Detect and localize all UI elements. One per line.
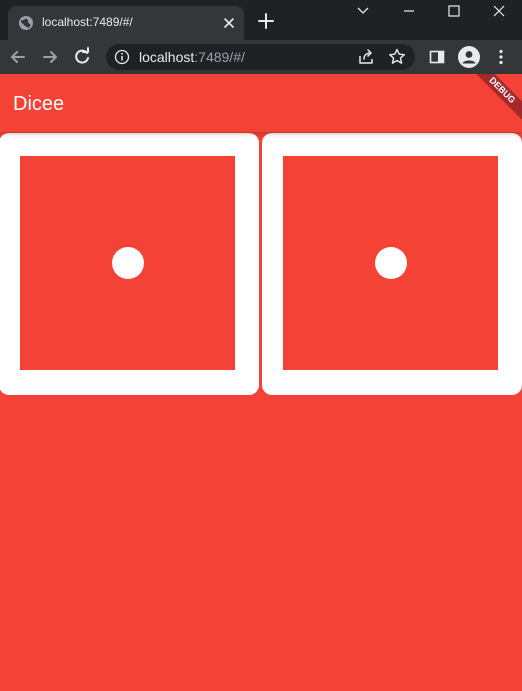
- site-info-icon[interactable]: [114, 49, 130, 65]
- side-panel-icon[interactable]: [427, 47, 447, 67]
- bookmark-star-icon[interactable]: [387, 47, 407, 67]
- die-face-1: [283, 156, 498, 370]
- more-menu-icon[interactable]: [491, 47, 511, 67]
- close-window-icon[interactable]: [476, 0, 522, 24]
- tab-strip: localhost:7489/#/: [0, 0, 522, 40]
- person-icon: [462, 51, 476, 64]
- browser-toolbar: localhost:7489/#/: [0, 40, 522, 74]
- die-face-1: [20, 156, 235, 370]
- minimize-icon[interactable]: [386, 0, 432, 24]
- die-pip: [375, 247, 407, 279]
- tab-title: localhost:7489/#/: [42, 15, 133, 29]
- right-die-button[interactable]: [262, 133, 522, 395]
- address-bar[interactable]: localhost:7489/#/: [106, 44, 415, 70]
- app-title: Dicee: [13, 93, 65, 115]
- back-arrow-icon[interactable]: [8, 47, 28, 67]
- left-die-button[interactable]: [0, 133, 259, 395]
- browser-window: localhost:7489/#/ localhost:7489/#/ Dice…: [0, 0, 522, 691]
- globe-icon: [19, 16, 33, 30]
- new-tab-icon[interactable]: [256, 11, 276, 31]
- app-viewport: Dicee DEBUG: [0, 74, 522, 691]
- share-icon[interactable]: [356, 47, 376, 67]
- close-tab-icon[interactable]: [220, 14, 238, 32]
- url-host: localhost: [139, 49, 195, 65]
- reload-icon[interactable]: [72, 47, 92, 67]
- tab-search-chevron-icon[interactable]: [340, 0, 386, 24]
- url-path: :7489/#/: [194, 49, 245, 65]
- url-text: localhost:7489/#/: [139, 49, 245, 65]
- app-bar: Dicee: [0, 74, 522, 132]
- forward-arrow-icon[interactable]: [40, 47, 60, 67]
- maximize-icon[interactable]: [431, 0, 477, 24]
- die-pip: [112, 247, 144, 279]
- profile-avatar[interactable]: [458, 46, 480, 68]
- browser-tab[interactable]: localhost:7489/#/: [8, 6, 244, 40]
